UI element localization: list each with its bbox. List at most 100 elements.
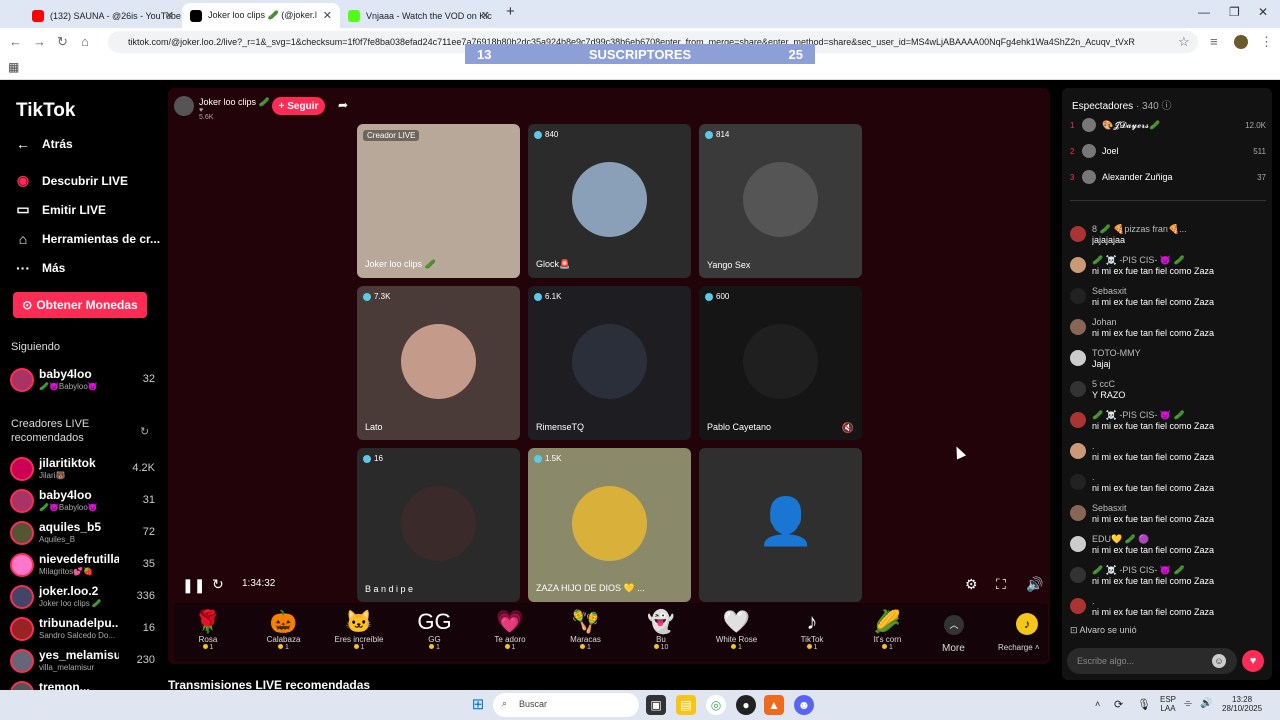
nav-back[interactable]: ← Atrás: [14, 136, 73, 152]
recommended-creator[interactable]: aquiles_b5 Aquiles_B 72: [10, 519, 155, 549]
chat-message[interactable]: 🥒 ☠️ -PIS CIS- 👿 🥒 ni mi ex fue tan fiel …: [1070, 410, 1266, 438]
recommended-creator[interactable]: baby4loo 🥒😈Babyloo😈 31: [10, 487, 155, 517]
settings-icon[interactable]: ⚙: [965, 576, 978, 593]
viewers-header[interactable]: Espectadores · 340 ⓘ: [1072, 97, 1172, 112]
gift-item[interactable]: 🪇 Maracas 1: [556, 609, 616, 651]
browser-tab[interactable]: Vnjaaa - Watch the VOD on Kic ✕: [340, 3, 498, 28]
chrome-icon[interactable]: ◎: [706, 695, 726, 715]
host-avatar[interactable]: [174, 96, 194, 116]
nav-discover-live[interactable]: ◉ Descubrir LIVE: [14, 172, 128, 189]
nav-more[interactable]: ··· Más: [14, 260, 65, 276]
gift-item[interactable]: GG GG 1: [405, 609, 465, 651]
browser-tab-active[interactable]: Joker loo clips 🥒 (@joker.l ✕: [182, 3, 340, 28]
chat-message[interactable]: . ni mi ex fue tan fiel como Zaza: [1070, 441, 1266, 469]
heart-icon[interactable]: ♥: [1242, 650, 1264, 672]
close-icon[interactable]: ✕: [481, 9, 490, 22]
recommended-creator[interactable]: nievedefrutilla Milagritos💕🍓 35: [10, 551, 155, 581]
info-icon[interactable]: ⓘ: [1162, 101, 1172, 112]
top-viewer[interactable]: 3 Alexander Zuñiga 37: [1070, 168, 1266, 186]
close-window-icon[interactable]: ✕: [1258, 5, 1268, 19]
chat-message[interactable]: 🥒 ☠️ -PIS CIS- 👿 🥒 ni mi ex fue tan fiel …: [1070, 565, 1266, 593]
network-icon[interactable]: ⌯: [1184, 698, 1192, 709]
gift-item[interactable]: 💗 Te adoro 1: [480, 609, 540, 651]
guest-tile[interactable]: Creador LIVE Joker loo clips 🥒: [357, 124, 520, 278]
chat-message[interactable]: 5 ccC Y RAZO: [1070, 379, 1266, 407]
recommended-creator[interactable]: joker.loo.2 Joker loo clips 🥒 336: [10, 583, 155, 613]
menu-icon[interactable]: ⋮: [1260, 34, 1273, 50]
gift-item[interactable]: 👻 Bu 10: [631, 609, 691, 651]
taskbar-search[interactable]: ⌕ Buscar: [493, 693, 639, 717]
chat-message[interactable]: TOTO-MMY Jajaj: [1070, 348, 1266, 376]
recharge-icon[interactable]: ♪: [1016, 613, 1038, 635]
chat-message[interactable]: 🥒 ☠️ -PIS CIS- 👿 🥒 ni mi ex fue tan fiel …: [1070, 255, 1266, 283]
maximize-icon[interactable]: ❐: [1229, 5, 1240, 19]
browser-tab[interactable]: (132) SAUNA - @26is - YouTube ✕: [24, 3, 182, 28]
tray-chevron-icon[interactable]: ˄: [1095, 699, 1100, 709]
home-icon[interactable]: ⌂: [81, 34, 89, 49]
file-explorer-icon[interactable]: ▤: [676, 695, 696, 715]
gift-item[interactable]: 🌽 It's corn 1: [858, 609, 918, 651]
discord-icon[interactable]: ☻: [794, 695, 814, 715]
guest-tile[interactable]: 814 Yango Sex: [699, 124, 862, 278]
share-icon[interactable]: ➦: [338, 98, 348, 112]
microphone-icon[interactable]: 🎙: [1137, 698, 1151, 711]
gift-item[interactable]: 🌹 Rosa 1: [178, 609, 238, 651]
new-tab-icon[interactable]: +: [506, 3, 515, 20]
recharge-button[interactable]: Recharge ˄: [998, 643, 1040, 652]
obs-icon[interactable]: ●: [736, 695, 756, 715]
guest-tile[interactable]: 600 Pablo Cayetano 🔇: [699, 286, 862, 440]
gift-item[interactable]: ♪ TikTok 1: [782, 609, 842, 651]
volume-icon[interactable]: 🔊: [1026, 576, 1043, 593]
app-icon[interactable]: ▲: [764, 695, 784, 715]
nav-creator-tools[interactable]: ⌂ Herramientas de cr...: [14, 231, 160, 247]
reload-icon[interactable]: ↻: [57, 34, 68, 50]
reading-list-icon[interactable]: ≡: [1210, 34, 1218, 49]
follow-button[interactable]: + Seguir: [272, 97, 325, 115]
chat-message[interactable]: Sebasxit ni mi ex fue tan fiel como Zaza: [1070, 503, 1266, 531]
recommended-creator[interactable]: yes_melamisur villa_melamisur 230: [10, 647, 155, 677]
tiktok-logo[interactable]: TikTok: [16, 100, 75, 122]
tray-app-icon[interactable]: ⟳: [1114, 698, 1123, 711]
forward-icon[interactable]: →: [33, 34, 46, 49]
chat-message[interactable]: . ni mi ex fue tan fiel como Zaza: [1070, 596, 1266, 624]
gift-item[interactable]: 🐱 Eres increíble 1: [329, 609, 389, 651]
pause-icon[interactable]: ❚❚: [182, 577, 205, 594]
chat-message[interactable]: 8 🥒 🍕pizzas fran🍕... jajajajaa: [1070, 224, 1266, 252]
get-coins-button[interactable]: ⊙ Obtener Monedas: [13, 292, 147, 318]
refresh-icon[interactable]: ↻: [140, 425, 149, 438]
close-icon[interactable]: ✕: [323, 9, 332, 22]
windows-start-icon[interactable]: ⊞: [468, 695, 488, 715]
guest-tile[interactable]: 840 Glock🚨: [528, 124, 691, 278]
guest-tile[interactable]: 7.3K Lato: [357, 286, 520, 440]
profile-avatar[interactable]: [1234, 35, 1248, 49]
minimize-icon[interactable]: —: [1198, 5, 1210, 19]
apps-grid-icon[interactable]: ▦: [8, 60, 19, 74]
recommended-creator[interactable]: tribunadelpu... Sandro Salcedo Do... 16: [10, 615, 155, 645]
guest-tile[interactable]: 1.5K ZAZA HIJO DE DIOS 💛 ...: [528, 448, 691, 602]
close-icon[interactable]: ✕: [165, 9, 174, 22]
more-gifts-button[interactable]: More: [942, 643, 965, 654]
top-viewer[interactable]: 1 🎨𝓙𝓓𝓪𝔂𝓮𝓻𝓼🥒 12.0K: [1070, 116, 1266, 134]
volume-tray-icon[interactable]: 🔊: [1200, 698, 1212, 709]
following-item[interactable]: baby4loo 🥒😈Babyloo😈 32: [10, 366, 155, 396]
top-viewer[interactable]: 2 Joel 511: [1070, 142, 1266, 160]
refresh-icon[interactable]: ↻: [212, 576, 224, 593]
chat-message[interactable]: . ni mi ex fue tan fiel como Zaza: [1070, 472, 1266, 500]
fullscreen-icon[interactable]: ⛶: [996, 576, 1006, 593]
language-indicator[interactable]: ESP LAA: [1160, 695, 1176, 713]
clock[interactable]: 13:28 28/10/2025: [1222, 695, 1262, 713]
chevron-up-icon[interactable]: ︿: [944, 615, 964, 635]
chat-message[interactable]: Sebasxit ni mi ex fue tan fiel como Zaza: [1070, 286, 1266, 314]
back-icon[interactable]: ←: [9, 34, 22, 49]
nav-go-live[interactable]: ▭ Emitir LIVE: [14, 201, 106, 218]
guest-tile[interactable]: 6.1K RimenseTQ: [528, 286, 691, 440]
emoji-icon[interactable]: ☺: [1212, 654, 1226, 668]
recommended-creator[interactable]: jilaritiktok Jilari🐻 4.2K: [10, 455, 155, 485]
bookmark-star-icon[interactable]: ☆: [1178, 34, 1190, 50]
guest-tile[interactable]: 👤: [699, 448, 862, 602]
chat-message[interactable]: Johan ni mi ex fue tan fiel como Zaza: [1070, 317, 1266, 345]
guest-tile[interactable]: 16 B a n d i p e: [357, 448, 520, 602]
chat-message[interactable]: EDU💛 🥒 🟣 ni mi ex fue tan fiel como Zaza: [1070, 534, 1266, 562]
task-view-icon[interactable]: ▣: [646, 695, 666, 715]
gift-item[interactable]: 🎃 Calabaza 1: [254, 609, 314, 651]
